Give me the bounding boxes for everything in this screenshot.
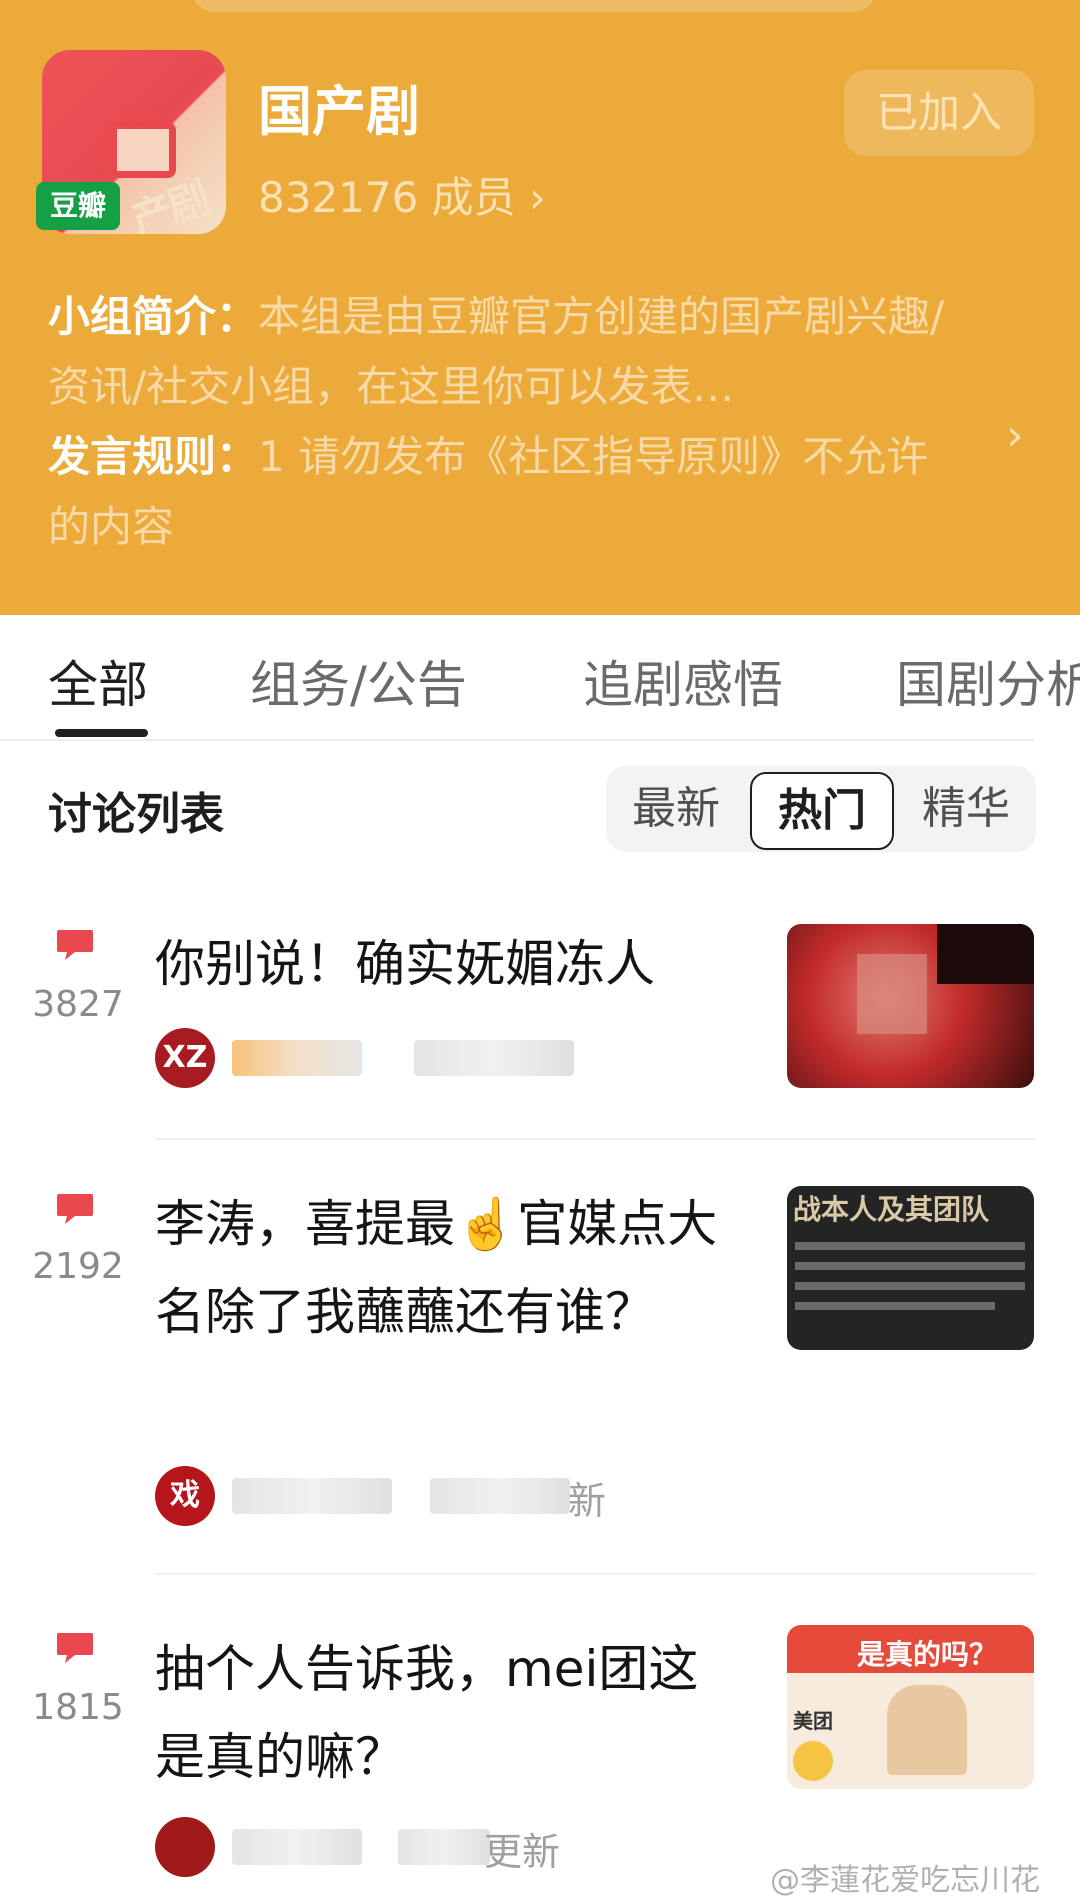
post-title[interactable]: 李涛，喜提最☝️官媒点大名除了我蘸蘸还有谁？	[155, 1180, 735, 1356]
reply-count: 2192	[32, 1246, 124, 1287]
search-bar[interactable]	[192, 0, 876, 12]
group-header: 产剧 豆瓣 国产剧 832176 成员 › 已加入 小组简介：本组是由豆瓣官方创…	[0, 0, 1080, 615]
divider	[0, 739, 1035, 741]
post-thumbnail[interactable]: 是真的吗？ 美团	[787, 1625, 1034, 1789]
tv-icon	[110, 122, 176, 178]
post-thumbnail[interactable]	[787, 924, 1034, 1088]
avatar[interactable]: XZ	[155, 1028, 215, 1088]
sort-hot[interactable]: 热门	[750, 772, 894, 850]
sort-toggle: 最新 热门 精华	[606, 766, 1036, 852]
author-name[interactable]	[232, 1040, 362, 1076]
sort-featured[interactable]: 精华	[896, 766, 1036, 852]
group-title: 国产剧	[258, 80, 420, 143]
list-item[interactable]: 2192 李涛，喜提最☝️官媒点大名除了我蘸蘸还有谁？ 戏 新 战本人及其团队	[0, 1180, 1080, 1575]
comment-icon	[57, 1194, 93, 1224]
post-title[interactable]: 抽个人告诉我，mei团这是真的嘛？	[155, 1625, 735, 1801]
sort-latest[interactable]: 最新	[606, 766, 746, 852]
chevron-right-icon[interactable]: ›	[1006, 410, 1024, 461]
post-thumbnail[interactable]: 战本人及其团队	[787, 1186, 1034, 1350]
tab-analysis[interactable]: 国剧分析	[896, 645, 1080, 717]
intro-label: 小组简介：	[48, 292, 259, 341]
author-name[interactable]	[232, 1478, 392, 1514]
category-tabs: 全部 组务/公告 追剧感悟 国剧分析	[0, 615, 1080, 741]
avatar[interactable]	[155, 1817, 215, 1877]
divider	[155, 1138, 1035, 1140]
post-meta-suffix: 更新	[484, 1830, 561, 1874]
tab-all[interactable]: 全部	[48, 645, 148, 717]
reply-count: 3827	[32, 984, 124, 1025]
avatar[interactable]: 戏	[155, 1466, 215, 1526]
discussion-list-title: 讨论列表	[48, 789, 224, 840]
group-description[interactable]: 小组简介：本组是由豆瓣官方创建的国产剧兴趣/资讯/社交小组，在这里你可以发表… …	[48, 282, 968, 562]
joined-button[interactable]: 已加入	[844, 70, 1034, 156]
thumbnail-text: 战本人及其团队	[793, 1193, 990, 1226]
post-meta	[398, 1829, 490, 1865]
rules-label: 发言规则：	[48, 432, 259, 481]
douban-badge: 豆瓣	[36, 182, 120, 230]
list-item[interactable]: 3827 你别说！确实妩媚冻人 XZ	[0, 920, 1080, 1140]
post-title[interactable]: 你别说！确实妩媚冻人	[155, 920, 735, 1008]
post-meta	[414, 1040, 574, 1076]
comment-icon	[57, 1633, 93, 1663]
weibo-watermark: @李蓮花爱吃忘川花	[770, 1863, 1040, 1898]
thumbnail-text: 是真的吗？	[857, 1638, 998, 1671]
member-count-link[interactable]: 832176 成员 ›	[258, 172, 546, 224]
tab-announcements[interactable]: 组务/公告	[250, 645, 467, 717]
post-meta	[430, 1478, 570, 1514]
tab-indicator	[55, 729, 148, 737]
post-meta-suffix: 新	[568, 1479, 607, 1523]
divider	[155, 1573, 1035, 1575]
tab-impressions[interactable]: 追剧感悟	[583, 645, 783, 717]
comment-icon	[57, 930, 93, 960]
reply-count: 1815	[32, 1687, 124, 1728]
author-name[interactable]	[232, 1829, 362, 1865]
thumbnail-brand: 美团	[793, 1709, 833, 1733]
